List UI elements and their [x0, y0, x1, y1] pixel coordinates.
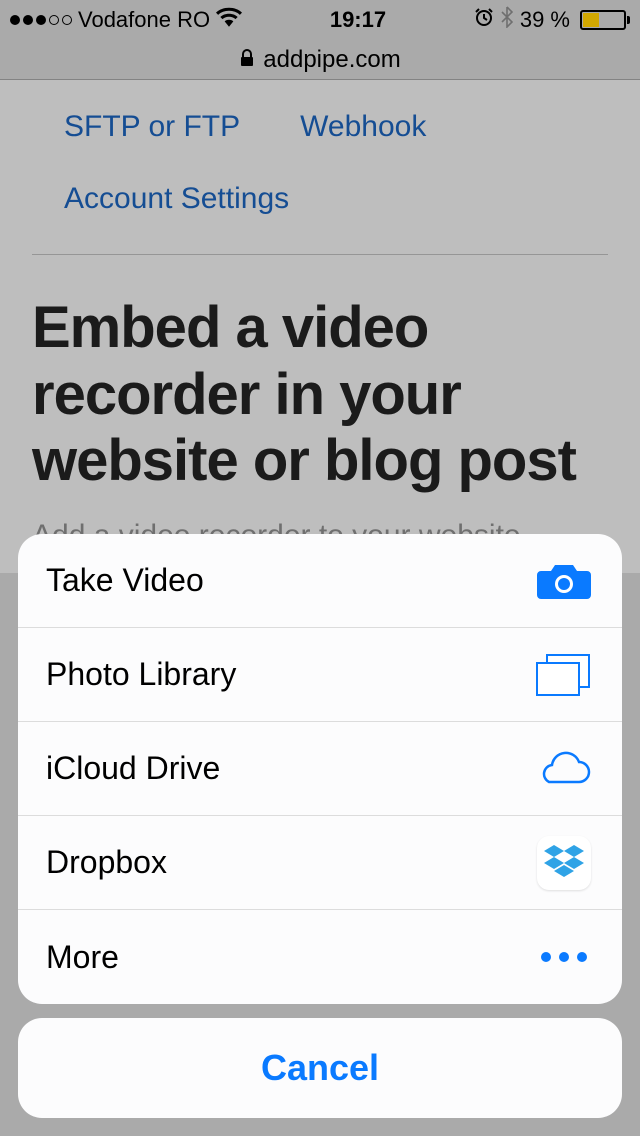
action-sheet-options: Take Video Photo Library iCloud Drive Dr… [18, 534, 622, 1004]
option-label: iCloud Drive [46, 750, 220, 787]
option-take-video[interactable]: Take Video [18, 534, 622, 628]
dropbox-icon [534, 836, 594, 890]
option-label: Take Video [46, 562, 204, 599]
cancel-label: Cancel [261, 1047, 379, 1089]
cloud-icon [534, 750, 594, 788]
more-icon [534, 952, 594, 962]
action-sheet: Take Video Photo Library iCloud Drive Dr… [18, 534, 622, 1118]
photo-library-icon [534, 654, 594, 696]
option-more[interactable]: More [18, 910, 622, 1004]
option-icloud-drive[interactable]: iCloud Drive [18, 722, 622, 816]
option-dropbox[interactable]: Dropbox [18, 816, 622, 910]
option-photo-library[interactable]: Photo Library [18, 628, 622, 722]
cancel-button[interactable]: Cancel [18, 1018, 622, 1118]
option-label: Dropbox [46, 844, 167, 881]
option-label: Photo Library [46, 656, 236, 693]
camera-icon [534, 561, 594, 601]
option-label: More [46, 939, 119, 976]
